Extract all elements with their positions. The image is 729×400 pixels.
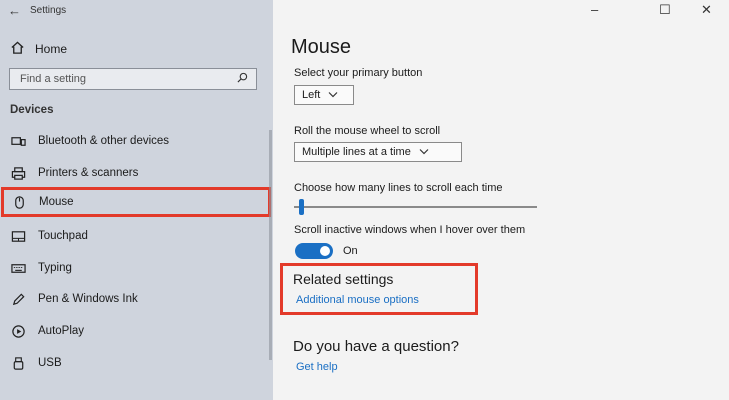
sidebar-item-label: AutoPlay bbox=[38, 325, 85, 337]
inactive-scroll-label: Scroll inactive windows when I hover ove… bbox=[294, 224, 526, 236]
page-title: Mouse bbox=[291, 36, 352, 58]
dropdown-value: Left bbox=[302, 89, 321, 101]
sidebar-item-label: Pen & Windows Ink bbox=[38, 293, 138, 305]
primary-button-label: Select your primary button bbox=[294, 67, 423, 79]
search-input[interactable] bbox=[18, 72, 222, 86]
sidebar-item-pen[interactable]: Pen & Windows Ink bbox=[0, 284, 270, 314]
chevron-down-icon bbox=[328, 89, 338, 101]
sidebar: ← Settings Home Devices Bluetooth & othe… bbox=[0, 0, 273, 400]
sidebar-scrollbar[interactable] bbox=[269, 130, 272, 360]
additional-mouse-options-link[interactable]: Additional mouse options bbox=[296, 294, 419, 306]
primary-button-dropdown[interactable]: Left bbox=[294, 85, 354, 105]
sidebar-item-label: Printers & scanners bbox=[38, 167, 139, 179]
lines-to-scroll-label: Choose how many lines to scroll each tim… bbox=[294, 182, 503, 194]
scroll-wheel-label: Roll the mouse wheel to scroll bbox=[294, 125, 441, 137]
question-heading: Do you have a question? bbox=[293, 338, 459, 355]
search-icon[interactable] bbox=[237, 70, 248, 88]
close-button[interactable]: ✕ bbox=[701, 2, 712, 18]
home-label: Home bbox=[35, 42, 68, 56]
printer-icon bbox=[10, 165, 26, 181]
dropdown-value: Multiple lines at a time bbox=[302, 146, 411, 158]
main-content: – ☐ ✕ Mouse Select your primary button L… bbox=[273, 0, 729, 400]
sidebar-item-label: Touchpad bbox=[38, 230, 88, 242]
window-title: Settings bbox=[30, 5, 67, 16]
sidebar-item-autoplay[interactable]: AutoPlay bbox=[0, 316, 270, 346]
toggle-state-text: On bbox=[343, 245, 358, 257]
sidebar-item-bluetooth[interactable]: Bluetooth & other devices bbox=[0, 126, 270, 156]
related-settings-title: Related settings bbox=[293, 271, 394, 287]
autoplay-icon bbox=[10, 323, 26, 339]
section-label-devices: Devices bbox=[10, 104, 54, 116]
sidebar-item-mouse[interactable]: Mouse bbox=[1, 187, 271, 217]
get-help-link[interactable]: Get help bbox=[296, 361, 338, 373]
chevron-down-icon bbox=[419, 146, 429, 158]
home-nav-item[interactable]: Home bbox=[10, 40, 67, 58]
touchpad-icon bbox=[10, 228, 26, 244]
back-arrow-icon[interactable]: ← bbox=[8, 3, 21, 18]
inactive-scroll-toggle[interactable] bbox=[295, 243, 333, 259]
search-box[interactable] bbox=[9, 68, 257, 90]
pen-icon bbox=[10, 291, 26, 307]
sidebar-item-label: Mouse bbox=[39, 196, 74, 208]
maximize-button[interactable]: ☐ bbox=[659, 2, 671, 18]
sidebar-item-label: USB bbox=[38, 357, 62, 369]
bluetooth-devices-icon bbox=[10, 133, 26, 149]
usb-icon bbox=[10, 355, 26, 371]
sidebar-item-touchpad[interactable]: Touchpad bbox=[0, 221, 270, 251]
sidebar-item-label: Typing bbox=[38, 262, 72, 274]
sidebar-item-printers[interactable]: Printers & scanners bbox=[0, 158, 270, 188]
scroll-wheel-dropdown[interactable]: Multiple lines at a time bbox=[294, 142, 462, 162]
mouse-icon bbox=[11, 194, 27, 210]
sidebar-item-label: Bluetooth & other devices bbox=[38, 135, 170, 147]
home-icon bbox=[10, 40, 25, 58]
keyboard-icon bbox=[10, 260, 26, 276]
sidebar-item-usb[interactable]: USB bbox=[0, 348, 270, 378]
sidebar-item-typing[interactable]: Typing bbox=[0, 253, 270, 283]
minimize-button[interactable]: – bbox=[591, 2, 598, 17]
lines-slider-thumb[interactable] bbox=[298, 199, 304, 215]
lines-slider-track[interactable] bbox=[294, 206, 537, 208]
toggle-knob bbox=[320, 246, 330, 256]
